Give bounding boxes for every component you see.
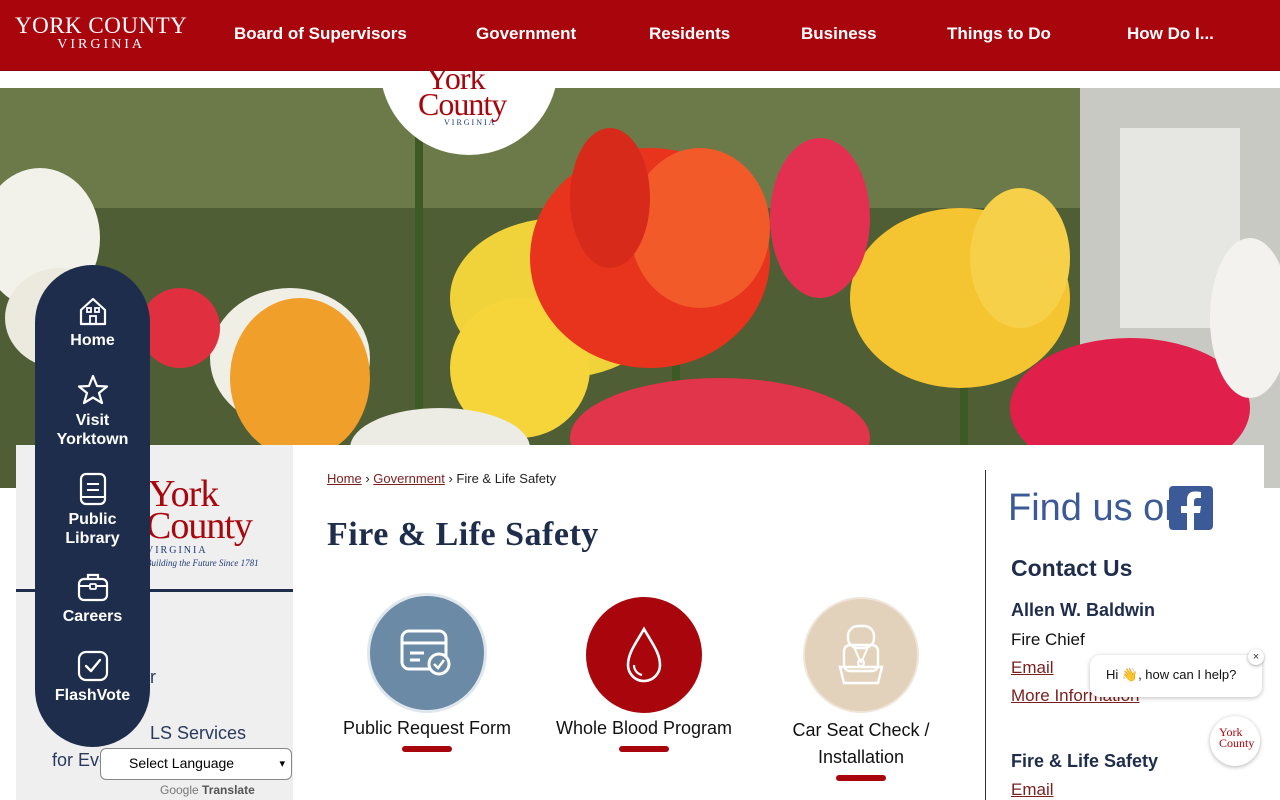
section-email-link[interactable]: Email	[1011, 780, 1054, 800]
breadcrumb: Home › Government › Fire & Life Safety	[327, 471, 556, 486]
contact-heading: Contact Us	[1011, 555, 1133, 581]
tile-circle	[367, 593, 487, 713]
tile-label-line2: Installation	[817, 747, 905, 767]
close-icon[interactable]: ×	[1248, 649, 1264, 665]
tile-circle	[586, 597, 702, 713]
facebook-icon	[1169, 486, 1213, 530]
form-check-icon	[400, 629, 451, 676]
tile-underline	[402, 746, 452, 752]
nav-things-to-do[interactable]: Things to Do	[947, 24, 1051, 44]
nav-board-of-supervisors[interactable]: Board of Supervisors	[234, 24, 407, 44]
chat-avatar-county: County	[1219, 736, 1255, 750]
chat-avatar-logo: York County	[1219, 726, 1255, 750]
translate-text: Translate	[202, 783, 255, 797]
blood-drop-icon	[626, 626, 662, 683]
sidebar-logo[interactable]: York County VIRGINIA Building the Future…	[146, 475, 286, 575]
quicknav-public-library-label: Public Library	[65, 511, 120, 547]
contact-role: Fire Chief	[1011, 630, 1085, 649]
breadcrumb-current: Fire & Life Safety	[456, 471, 557, 486]
section-heading-fire-life-safety: Fire & Life Safety	[1011, 751, 1159, 771]
quicknav-visit-yorktown[interactable]: Visit Yorktown	[35, 373, 150, 449]
tile-label: Public Request Form	[342, 718, 512, 738]
sidebar-logo-tagline: Building the Future Since 1781	[146, 558, 259, 568]
breadcrumb-government[interactable]: Government	[373, 471, 445, 486]
main-nav: Board of Supervisors Government Resident…	[0, 0, 1280, 71]
quick-links-panel: Home Visit Yorktown Public Library Caree…	[35, 265, 150, 747]
facebook-banner-text: Find us on	[1008, 487, 1186, 529]
breadcrumb-separator: ›	[365, 471, 370, 486]
tile-car-seat-check[interactable]: Car Seat Check / Installation	[771, 597, 951, 781]
language-select[interactable]: Select Language ▾	[100, 748, 292, 780]
house-icon	[79, 297, 106, 326]
book-icon	[79, 472, 106, 506]
nav-residents[interactable]: Residents	[649, 24, 730, 44]
top-navigation-bar: YORK COUNTY VIRGINIA Board of Supervisor…	[0, 0, 1280, 71]
star-icon	[77, 374, 108, 405]
tile-whole-blood-program[interactable]: Whole Blood Program	[549, 597, 739, 752]
tile-public-request-form[interactable]: Public Request Form	[337, 593, 517, 752]
contact-email-link[interactable]: Email	[1011, 658, 1054, 678]
tile-label-line1: Car Seat Check /	[792, 720, 930, 740]
quicknav-careers-label: Careers	[62, 608, 123, 625]
car-seat-icon	[838, 624, 884, 685]
quicknav-public-library[interactable]: Public Library	[35, 472, 150, 548]
quicknav-visit-yorktown-label: Visit Yorktown	[56, 412, 129, 448]
page-title: Fire & Life Safety	[327, 516, 599, 553]
quicknav-home-label: Home	[70, 332, 115, 349]
google-translate-credit: Google Translate	[160, 783, 255, 797]
language-select-value: Select Language	[129, 755, 235, 771]
contact-name: Allen W. Baldwin	[1011, 600, 1156, 620]
tile-underline	[836, 775, 886, 781]
tile-underline	[619, 746, 669, 752]
tile-label: Whole Blood Program	[555, 718, 733, 738]
header-spacer	[0, 71, 1280, 88]
checkbox-icon	[77, 650, 108, 682]
sidebar-logo-county: County	[146, 505, 253, 547]
quicknav-flashvote-label: FlashVote	[54, 687, 131, 704]
chat-avatar[interactable]: York County	[1210, 716, 1260, 766]
nav-how-do-i[interactable]: How Do I...	[1127, 24, 1214, 44]
logo-word-virginia: VIRGINIA	[444, 118, 497, 127]
sidebar-logo-virginia: VIRGINIA	[146, 545, 208, 556]
chevron-down-icon: ▾	[279, 758, 285, 770]
quicknav-careers[interactable]: Careers	[35, 571, 150, 626]
briefcase-icon	[77, 573, 108, 602]
quicknav-flashvote[interactable]: FlashVote	[35, 650, 150, 705]
chat-greeting: Hi 👋, how can I help?	[1106, 667, 1237, 682]
sidebar-link-partial-2[interactable]: LS Services	[150, 723, 246, 744]
nav-business[interactable]: Business	[801, 24, 877, 44]
google-logo-text: Google	[160, 783, 199, 797]
tile-circle	[803, 597, 919, 713]
hero-image-tulips	[0, 88, 1280, 488]
column-divider	[985, 470, 986, 800]
breadcrumb-home[interactable]: Home	[327, 471, 362, 486]
breadcrumb-separator: ›	[448, 471, 453, 486]
quicknav-home[interactable]: Home	[35, 295, 150, 350]
nav-government[interactable]: Government	[476, 24, 576, 44]
chat-bubble[interactable]: Hi 👋, how can I help?	[1090, 655, 1262, 697]
